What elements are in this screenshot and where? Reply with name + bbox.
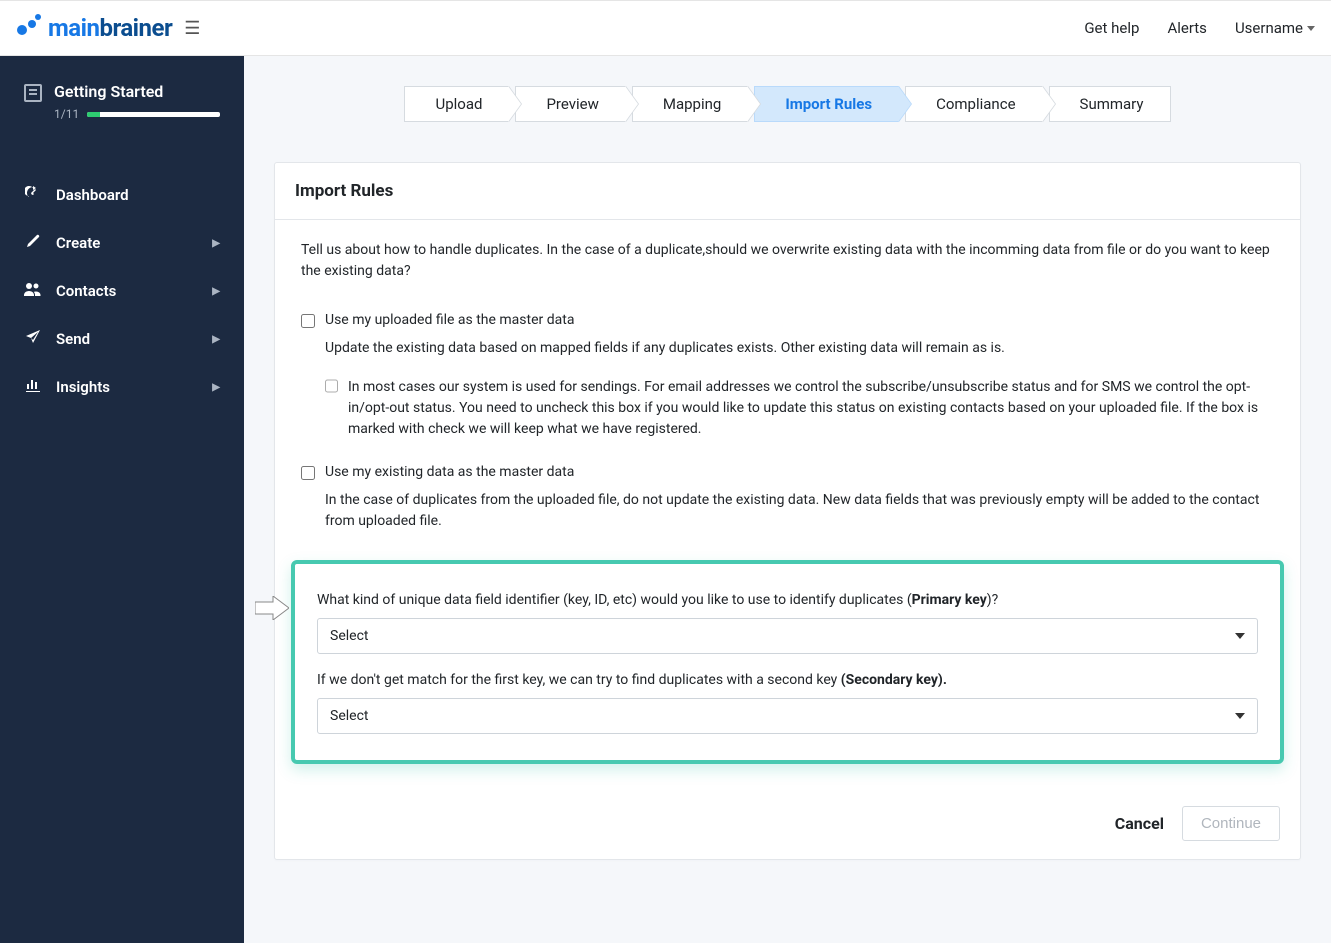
step-label: Import Rules <box>785 95 872 113</box>
nav: Dashboard Create ▶ Contacts ▶ S <box>0 171 244 411</box>
sidebar-item-label: Send <box>56 330 90 348</box>
caret-down-icon <box>1235 713 1245 719</box>
continue-button[interactable]: Continue <box>1182 806 1280 841</box>
option-existing-master: Use my existing data as the master data <box>301 464 1274 480</box>
sub-option-text: In most cases our system is used for sen… <box>348 377 1274 440</box>
sidebar-item-label: Contacts <box>56 282 116 300</box>
chevron-right-icon: ▶ <box>212 382 220 393</box>
chevron-down-icon <box>1307 26 1315 31</box>
option-uploaded-desc: Update the existing data based on mapped… <box>325 338 1274 359</box>
pointer-arrow-icon <box>255 596 289 620</box>
cancel-button[interactable]: Cancel <box>1115 814 1164 833</box>
getting-started-count: 1/11 <box>54 107 79 121</box>
username-menu[interactable]: Username <box>1235 19 1315 37</box>
primary-key-select[interactable]: Select <box>317 618 1258 654</box>
option-label: Use my existing data as the master data <box>325 464 574 480</box>
select-value: Select <box>330 628 368 644</box>
question-text-bold: Primary key <box>912 592 987 608</box>
card-body: Tell us about how to handle duplicates. … <box>275 220 1300 788</box>
caret-down-icon <box>1235 633 1245 639</box>
menu-toggle-icon[interactable]: ☰ <box>184 18 200 39</box>
step-label: Mapping <box>663 95 721 113</box>
contacts-icon <box>24 281 42 301</box>
getting-started-progress: 1/11 <box>54 107 220 121</box>
logo-dots-icon <box>16 14 42 42</box>
question-text-bold: (Secondary key). <box>841 672 947 688</box>
intro-text: Tell us about how to handle duplicates. … <box>301 240 1274 282</box>
step-label: Summary <box>1080 95 1144 113</box>
topbar: mainbrainer ☰ Get help Alerts Username <box>0 0 1331 56</box>
step-label: Preview <box>546 95 598 113</box>
sidebar: Getting Started 1/11 Dashboard Create ▶ <box>0 56 244 943</box>
option-uploaded-master: Use my uploaded file as the master data <box>301 312 1274 328</box>
step-compliance[interactable]: Compliance <box>905 86 1042 122</box>
sidebar-item-insights[interactable]: Insights ▶ <box>0 363 244 411</box>
main: Upload Preview Mapping Import Rules Comp… <box>244 56 1331 943</box>
topbar-right: Get help Alerts Username <box>1084 19 1315 37</box>
question-text-post: )? <box>987 592 999 608</box>
logo-text-sub: brainer <box>99 14 172 42</box>
checklist-icon <box>24 84 42 102</box>
checkbox-uploaded-master[interactable] <box>301 314 315 328</box>
sub-option-keep-status: In most cases our system is used for sen… <box>325 377 1274 440</box>
getting-started[interactable]: Getting Started 1/11 <box>0 82 244 145</box>
chevron-right-icon: ▶ <box>212 286 220 297</box>
step-mapping[interactable]: Mapping <box>632 86 748 122</box>
step-summary[interactable]: Summary <box>1049 86 1171 122</box>
chart-icon <box>24 377 42 397</box>
select-value: Select <box>330 708 368 724</box>
chevron-right-icon: ▶ <box>212 238 220 249</box>
sidebar-item-create[interactable]: Create ▶ <box>0 219 244 267</box>
topbar-left: mainbrainer ☰ <box>16 14 200 42</box>
username-label: Username <box>1235 19 1303 37</box>
stepper: Upload Preview Mapping Import Rules Comp… <box>274 86 1301 122</box>
sidebar-item-send[interactable]: Send ▶ <box>0 315 244 363</box>
getting-started-title: Getting Started <box>54 82 220 101</box>
question-text-pre: What kind of unique data field identifie… <box>317 592 912 608</box>
secondary-key-select[interactable]: Select <box>317 698 1258 734</box>
dashboard-icon <box>24 185 42 205</box>
key-selection-highlight: What kind of unique data field identifie… <box>291 560 1284 764</box>
sidebar-item-dashboard[interactable]: Dashboard <box>0 171 244 219</box>
question-text-pre: If we don't get match for the first key,… <box>317 672 841 688</box>
option-existing-desc: In the case of duplicates from the uploa… <box>325 490 1274 532</box>
step-upload[interactable]: Upload <box>404 86 509 122</box>
primary-key-question: What kind of unique data field identifie… <box>317 592 1258 608</box>
chevron-right-icon: ▶ <box>212 334 220 345</box>
sidebar-item-contacts[interactable]: Contacts ▶ <box>0 267 244 315</box>
send-icon <box>24 329 42 349</box>
logo-text-main: main <box>48 14 99 42</box>
option-label: Use my uploaded file as the master data <box>325 312 574 328</box>
get-help-link[interactable]: Get help <box>1084 19 1139 37</box>
step-import-rules[interactable]: Import Rules <box>754 86 899 122</box>
checkbox-keep-status[interactable] <box>325 379 338 393</box>
sidebar-item-label: Insights <box>56 378 110 396</box>
checkbox-existing-master[interactable] <box>301 466 315 480</box>
progress-bar-fill <box>87 112 100 117</box>
pencil-icon <box>24 233 42 253</box>
card-footer: Cancel Continue <box>275 788 1300 859</box>
progress-bar <box>87 112 220 117</box>
alerts-link[interactable]: Alerts <box>1167 19 1207 37</box>
secondary-key-question: If we don't get match for the first key,… <box>317 672 1258 688</box>
sidebar-item-label: Dashboard <box>56 186 129 204</box>
logo[interactable]: mainbrainer <box>16 14 172 42</box>
step-label: Compliance <box>936 95 1015 113</box>
step-preview[interactable]: Preview <box>515 86 625 122</box>
sidebar-item-label: Create <box>56 234 100 252</box>
getting-started-body: Getting Started 1/11 <box>54 82 220 121</box>
import-rules-card: Import Rules Tell us about how to handle… <box>274 162 1301 860</box>
card-title: Import Rules <box>275 163 1300 220</box>
step-label: Upload <box>435 95 482 113</box>
